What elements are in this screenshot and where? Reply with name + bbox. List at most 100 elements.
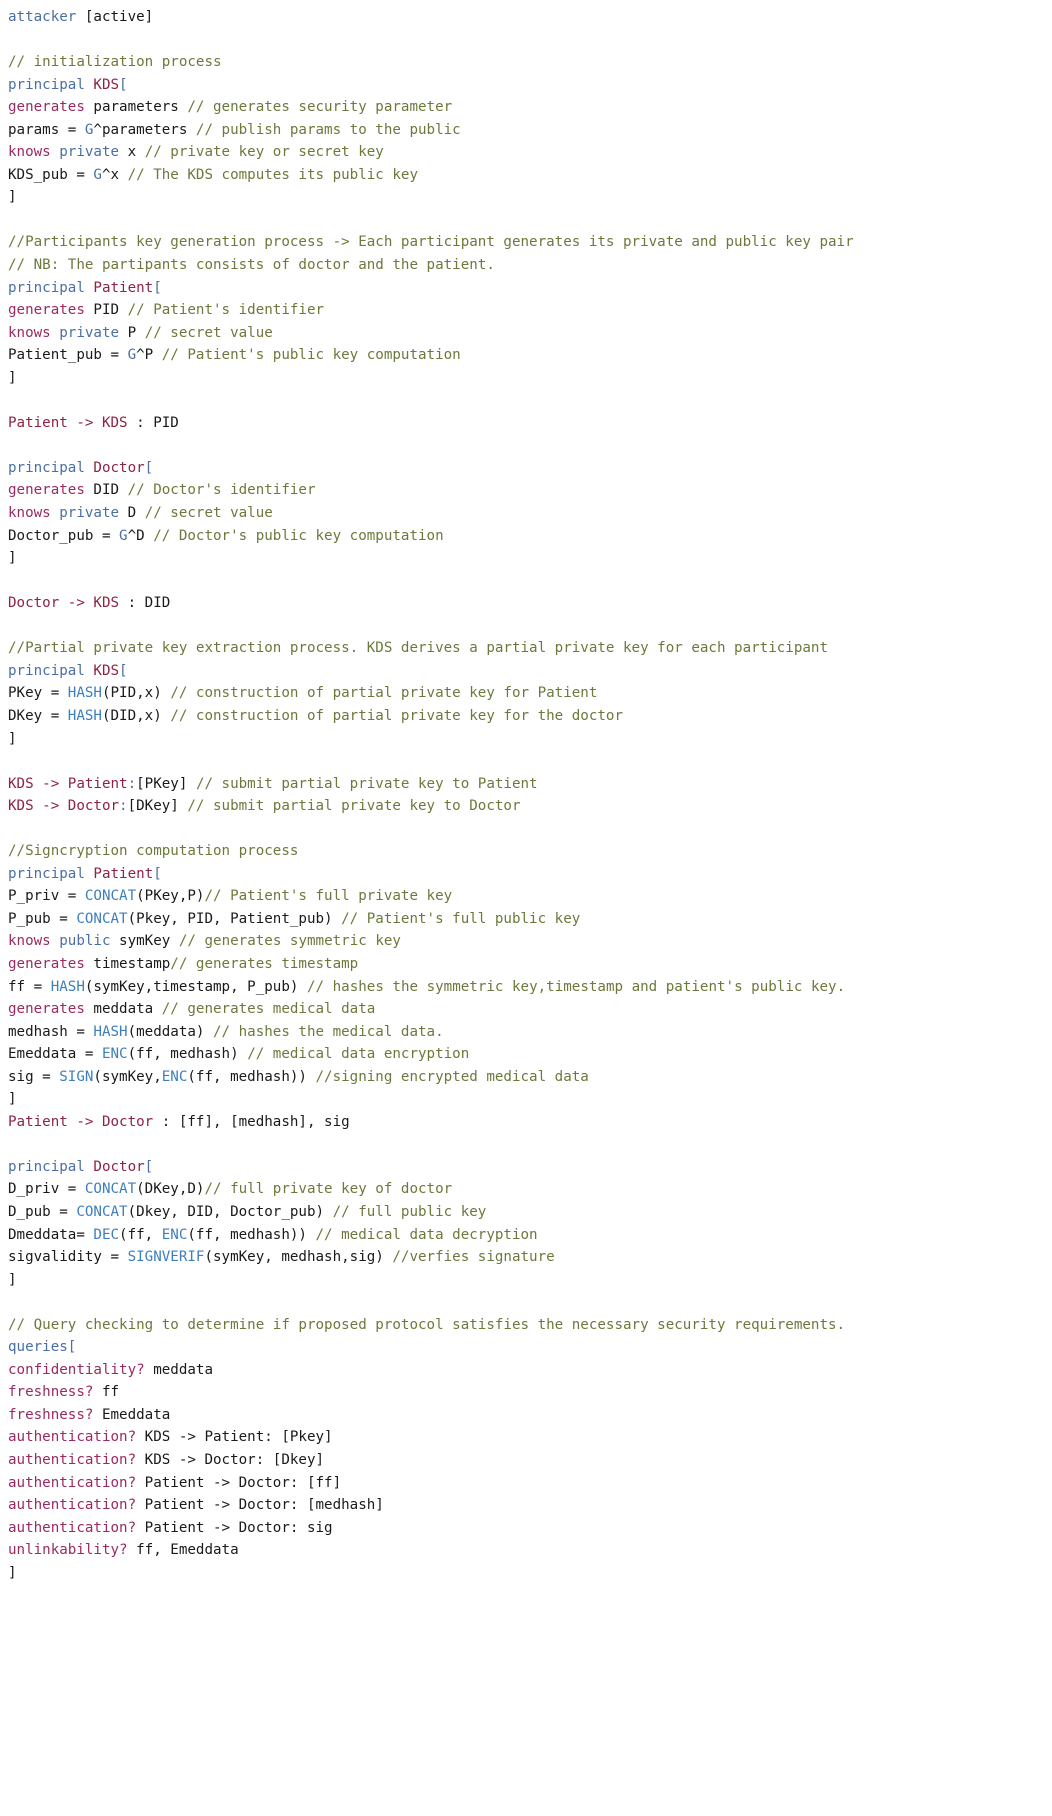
code-token-comment: // construction of partial private key f… bbox=[170, 685, 598, 702]
code-token-plain: ] bbox=[8, 730, 17, 747]
code-line: P_pub = CONCAT(Pkey, PID, Patient_pub) /… bbox=[8, 908, 1052, 931]
code-line: unlinkability? ff, Emeddata bbox=[8, 1539, 1052, 1562]
code-token-bracket: [ bbox=[153, 865, 162, 882]
code-line: knows private P // secret value bbox=[8, 322, 1052, 345]
code-token-comment: // Patient's identifier bbox=[127, 302, 325, 319]
code-token-comment: //Partial private key extraction process… bbox=[8, 640, 828, 657]
code-line: Patient -> Doctor : [ff], [medhash], sig bbox=[8, 1111, 1052, 1134]
code-token-bracket: : bbox=[127, 775, 137, 792]
code-token-comment: // generates security parameter bbox=[187, 99, 453, 116]
code-token-plain: (symKey, medhash,sig) bbox=[204, 1249, 393, 1266]
code-token-principal: Doctor bbox=[67, 798, 120, 815]
code-token-principal: Doctor bbox=[101, 1113, 154, 1130]
code-token-comment: // submit partial private key to Doctor bbox=[187, 798, 521, 815]
code-line: authentication? Patient -> Doctor: sig bbox=[8, 1517, 1052, 1540]
code-token-plain: meddata bbox=[144, 1361, 214, 1378]
code-line: knows private D // secret value bbox=[8, 502, 1052, 525]
code-line: //Signcryption computation process bbox=[8, 840, 1052, 863]
code-token-plain: Patient -> Doctor: [ff] bbox=[136, 1474, 342, 1491]
code-token-declaration: knows bbox=[8, 144, 51, 161]
code-listing: attacker [active] // initialization proc… bbox=[0, 0, 1052, 1584]
code-line: freshness? Emeddata bbox=[8, 1404, 1052, 1427]
code-token-plain: P_pub = bbox=[8, 910, 77, 927]
code-token-plain: KDS -> Doctor: [Dkey] bbox=[136, 1452, 325, 1468]
code-line: authentication? KDS -> Doctor: [Dkey] bbox=[8, 1449, 1052, 1472]
code-line: // NB: The partipants consists of doctor… bbox=[8, 254, 1052, 277]
code-token-plain: ^x bbox=[101, 166, 128, 183]
code-token-comment: //Signcryption computation process bbox=[8, 843, 299, 860]
code-line: PKey = HASH(PID,x) // construction of pa… bbox=[8, 682, 1052, 705]
code-token-comment: // generates medical data bbox=[161, 1001, 376, 1018]
code-token-arrow: -> bbox=[33, 775, 68, 792]
code-token-keyword: G bbox=[119, 527, 128, 544]
code-token-plain: symKey bbox=[110, 933, 179, 950]
code-line: Patient -> KDS : PID bbox=[8, 412, 1052, 435]
code-line: confidentiality? meddata bbox=[8, 1359, 1052, 1382]
code-line: principal Doctor[ bbox=[8, 457, 1052, 480]
code-line: params = G^parameters // publish params … bbox=[8, 119, 1052, 142]
code-token-declaration: knows bbox=[8, 933, 51, 950]
code-token-plain: ] bbox=[8, 550, 17, 567]
code-line: // Query checking to determine if propos… bbox=[8, 1314, 1052, 1337]
code-token-func: HASH bbox=[50, 978, 85, 995]
code-token-func: ENC bbox=[101, 1046, 128, 1063]
code-line: KDS -> Patient:[PKey] // submit partial … bbox=[8, 773, 1052, 796]
code-token-plain: medhash = bbox=[8, 1023, 94, 1040]
code-line: //Partial private key extraction process… bbox=[8, 637, 1052, 660]
code-token-principal: KDS bbox=[8, 775, 34, 792]
code-line: // initialization process bbox=[8, 51, 1052, 74]
code-token-comment: //signing encrypted medical data bbox=[315, 1068, 589, 1085]
code-token-declaration: generates bbox=[8, 955, 85, 972]
code-token-plain: (symKey,timestamp, P_pub) bbox=[84, 978, 307, 995]
code-line: ] bbox=[8, 547, 1052, 570]
code-token-plain: (symKey, bbox=[93, 1068, 162, 1085]
code-token-comment: // full public key bbox=[332, 1203, 487, 1220]
code-token-comment: // Doctor's public key computation bbox=[153, 527, 444, 544]
code-token-principal: Patient bbox=[8, 414, 68, 431]
code-token-query: freshness? bbox=[8, 1384, 94, 1401]
code-line: ] bbox=[8, 1269, 1052, 1292]
code-token-comment: // hashes the symmetric key,timestamp an… bbox=[306, 978, 846, 995]
code-token-keyword: G bbox=[127, 347, 137, 364]
code-token-plain: D bbox=[119, 505, 145, 522]
code-token-query: confidentiality? bbox=[8, 1361, 145, 1378]
code-token-comment: // The KDS computes its public key bbox=[127, 166, 419, 183]
code-token-plain: Patient_pub = bbox=[8, 347, 128, 364]
code-token-query: authentication? bbox=[8, 1519, 137, 1536]
code-line: generates timestamp// generates timestam… bbox=[8, 953, 1052, 976]
code-token-principal: Doctor bbox=[93, 459, 145, 476]
code-token-plain: ff, Emeddata bbox=[127, 1542, 239, 1559]
code-line: Patient_pub = G^P // Patient's public ke… bbox=[8, 344, 1052, 367]
code-token-bracket: [ bbox=[144, 1158, 154, 1175]
code-token-principal: Patient bbox=[93, 279, 154, 296]
code-line: KDS -> Doctor:[DKey] // submit partial p… bbox=[8, 795, 1052, 818]
code-token-comment: // Doctor's identifier bbox=[127, 482, 316, 499]
code-token-declaration: generates bbox=[8, 99, 85, 116]
code-token-comment: // Patient's public key computation bbox=[161, 347, 461, 364]
code-token-query: freshness? bbox=[8, 1406, 94, 1423]
code-line: D_pub = CONCAT(Dkey, DID, Doctor_pub) //… bbox=[8, 1201, 1052, 1224]
code-token-plain: params = bbox=[8, 121, 85, 138]
code-token-func: DEC bbox=[93, 1226, 120, 1243]
code-token-principal: Doctor bbox=[93, 1158, 145, 1175]
code-token-comment: // initialization process bbox=[8, 54, 222, 71]
code-line: generates parameters // generates securi… bbox=[8, 96, 1052, 119]
code-line: knows private x // private key or secret… bbox=[8, 141, 1052, 164]
code-line: freshness? ff bbox=[8, 1381, 1052, 1404]
code-token-plain: DKey = bbox=[8, 707, 68, 724]
code-line: queries[ bbox=[8, 1336, 1052, 1359]
code-token-plain: (PID,x) bbox=[101, 685, 171, 702]
code-token-func: SIGN bbox=[59, 1068, 94, 1085]
code-token-bracket: [ bbox=[119, 662, 128, 679]
code-token-comment: // hashes the medical data. bbox=[213, 1023, 444, 1040]
code-token-plain: (ff, bbox=[119, 1226, 162, 1243]
code-line: medhash = HASH(meddata) // hashes the me… bbox=[8, 1021, 1052, 1044]
code-token-func: HASH bbox=[67, 707, 102, 724]
code-token-comment: //Participants key generation process ->… bbox=[8, 234, 854, 251]
code-token-plain: PID bbox=[153, 414, 179, 431]
code-token-func: CONCAT bbox=[76, 910, 128, 927]
